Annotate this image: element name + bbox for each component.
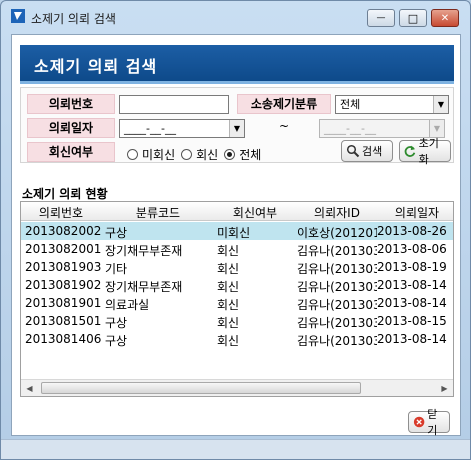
table-row[interactable]: 2013082002 구상 미회신 이호상(201201 2013-08-26 <box>21 222 453 240</box>
client-area: 소제기 의뢰 검색 의뢰번호 소송제기분류 전체 ▼ 의뢰일자 ____-__-… <box>11 34 461 437</box>
table-cell: 2013-08-14 <box>377 278 447 292</box>
scroll-left-icon[interactable]: ◀ <box>21 380 38 396</box>
table-row[interactable]: 2013081903기타회신김유나(2013032013-08-192 <box>21 258 453 276</box>
table-cell: 회신 <box>217 280 240 294</box>
request-no-input[interactable] <box>119 95 229 114</box>
table-cell: 의료과실 <box>105 298 150 312</box>
table-cell: 2013081903 <box>25 260 102 274</box>
chevron-down-icon[interactable]: ▼ <box>433 96 448 113</box>
table-cell: 기타 <box>105 262 128 276</box>
table-cell: 2013-08-19 <box>377 260 447 274</box>
table-cell: 회신 <box>217 298 240 312</box>
date-to-value: ____-__-__ <box>324 122 376 135</box>
grid-header: 의뢰번호 분류코드 회신여부 의뢰자ID 의뢰일자 <box>21 202 453 221</box>
horizontal-scrollbar[interactable]: ◀ ▶ <box>21 379 453 396</box>
close-button-label: 닫기 <box>427 408 438 437</box>
date-from-value: ____-__-__ <box>124 122 176 135</box>
close-window-button[interactable]: ✕ <box>431 9 459 27</box>
reply-radio-group: 미회신 회신 전체 <box>121 144 261 164</box>
table-cell: 2013-08-06 <box>377 242 447 256</box>
table-row[interactable]: 2013081902장기채무부존재회신김유나(2013032013-08-142 <box>21 276 453 294</box>
radio-unreplied[interactable] <box>127 148 138 160</box>
close-button[interactable]: 닫기 <box>408 408 450 437</box>
table-cell: 구상 <box>105 334 128 348</box>
radio-all-label: 전체 <box>239 147 262 162</box>
refresh-icon <box>404 145 416 157</box>
title-bar[interactable]: 소제기 의뢰 검색 — □ ✕ <box>1 1 470 31</box>
table-row[interactable]: 2013081406구상회신김유나(2013032013-08-142 <box>21 330 453 348</box>
table-cell: 이호상(201201 <box>297 226 377 240</box>
results-grid: 의뢰번호 분류코드 회신여부 의뢰자ID 의뢰일자 2013082002 구상 미회… <box>20 201 454 397</box>
status-bar <box>1 439 470 459</box>
table-row[interactable]: 2013081501구상회신김유나(2013032013-08-152 <box>21 312 453 330</box>
app-window: 소제기 의뢰 검색 — □ ✕ 소제기 의뢰 검색 의뢰번호 소송제기분류 전체… <box>0 0 471 460</box>
column-header[interactable]: 의뢰일자 <box>379 204 453 221</box>
category-value: 전체 <box>340 98 361 111</box>
reply-label: 회신여부 <box>27 142 115 162</box>
close-circle-icon <box>413 416 425 428</box>
date-from-picker[interactable]: ____-__-__ ▼ <box>119 119 245 138</box>
table-cell: 2013081901 <box>25 296 102 310</box>
table-cell: 김유나(201303 <box>297 298 377 312</box>
radio-unreplied-label: 미회신 <box>142 147 176 162</box>
category-select[interactable]: 전체 ▼ <box>335 95 449 114</box>
table-cell: 장기채무부존재 <box>105 280 183 294</box>
close-icon: ✕ <box>440 12 450 24</box>
table-cell: 김유나(201303 <box>297 316 377 330</box>
table-cell: 2013-08-14 <box>377 332 447 346</box>
scroll-thumb[interactable] <box>41 382 361 394</box>
table-cell: 2013-08-15 <box>377 314 447 328</box>
table-cell: 회신 <box>217 334 240 348</box>
table-cell: 미회신 <box>217 226 251 240</box>
table-cell: 2013082002 <box>25 224 102 238</box>
list-title: 소제기 의뢰 현황 <box>22 187 108 201</box>
date-range-separator: ~ <box>279 119 290 133</box>
column-header[interactable]: 분류코드 <box>103 204 213 221</box>
table-cell: 회신 <box>217 262 240 276</box>
request-no-label: 의뢰번호 <box>27 94 115 114</box>
radio-all[interactable] <box>224 148 236 160</box>
scroll-right-icon[interactable]: ▶ <box>436 380 453 396</box>
table-cell: 2013081501 <box>25 314 102 328</box>
table-cell: 김유나(201303 <box>297 280 377 294</box>
column-header[interactable]: 의뢰자ID <box>297 204 377 221</box>
minimize-button[interactable]: — <box>367 9 395 27</box>
reset-button[interactable]: 초기화 <box>399 137 451 166</box>
page-title: 소제기 의뢰 검색 <box>20 45 454 81</box>
table-cell: 구상 <box>105 316 128 330</box>
search-button[interactable]: 검색 <box>341 140 393 162</box>
table-cell: 2013081406 <box>25 332 102 346</box>
search-icon <box>346 144 360 158</box>
column-header[interactable]: 의뢰번호 <box>21 204 101 221</box>
table-cell: 2013081902 <box>25 278 102 292</box>
table-cell: 장기채무부존재 <box>105 244 183 258</box>
chevron-down-icon[interactable]: ▼ <box>229 120 244 137</box>
header-divider <box>20 81 454 84</box>
table-cell: 2013-08-26 <box>377 224 447 238</box>
table-cell: 구상 <box>105 226 128 240</box>
table-cell: 2013-08-14 <box>377 296 447 310</box>
table-row[interactable]: 2013082001장기채무부존재회신김유나(2013032013-08-062 <box>21 240 453 258</box>
minimize-icon: — <box>376 12 386 23</box>
table-row[interactable]: 2013081901의료과실회신김유나(2013032013-08-142 <box>21 294 453 312</box>
maximize-icon: □ <box>407 11 419 25</box>
category-label: 소송제기분류 <box>237 94 331 114</box>
column-header[interactable]: 회신여부 <box>215 204 295 221</box>
table-cell: 회신 <box>217 244 240 258</box>
window-title: 소제기 의뢰 검색 <box>31 12 116 26</box>
table-cell: 2013082001 <box>25 242 102 256</box>
search-panel: 의뢰번호 소송제기분류 전체 ▼ 의뢰일자 ____-__-__ ▼ ~ ___… <box>20 87 454 166</box>
table-cell: 회신 <box>217 316 240 330</box>
table-cell: 김유나(201303 <box>297 262 377 276</box>
radio-replied[interactable] <box>181 148 193 160</box>
radio-replied-label: 회신 <box>196 147 219 162</box>
search-button-label: 검색 <box>362 145 383 158</box>
app-icon <box>11 9 25 23</box>
table-cell: 김유나(201303 <box>297 334 377 348</box>
table-cell: 김유나(201303 <box>297 244 377 258</box>
maximize-button[interactable]: □ <box>399 9 427 27</box>
date-label: 의뢰일자 <box>27 118 115 138</box>
reset-button-label: 초기화 <box>418 137 439 166</box>
